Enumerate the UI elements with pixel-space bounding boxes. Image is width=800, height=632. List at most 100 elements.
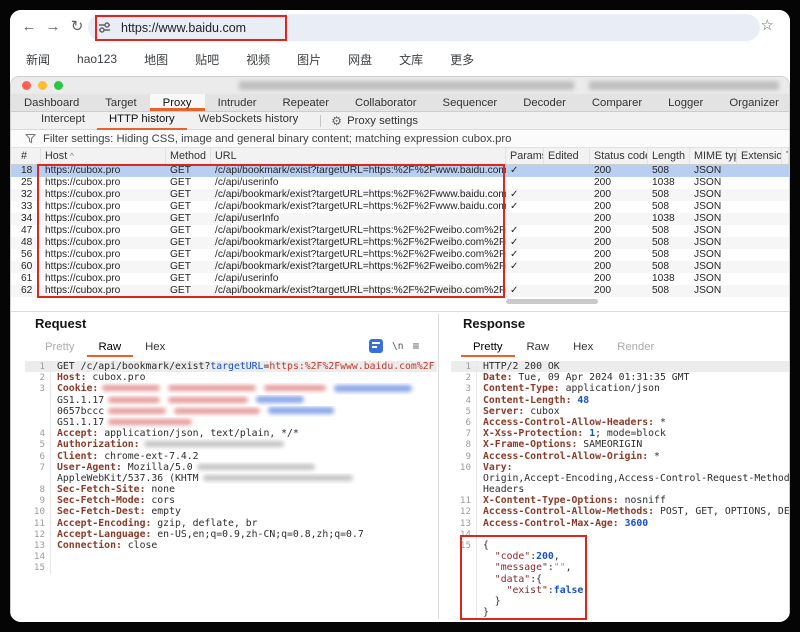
bookmark-item--[interactable]: 地图	[144, 51, 168, 68]
site-settings-icon[interactable]	[97, 20, 112, 35]
request-editor[interactable]: 1GET /c/api/bookmark/exist?targetURL=htt…	[25, 361, 437, 616]
code-text: "message":"",	[477, 562, 789, 573]
line-number: 4	[451, 395, 477, 406]
row-cell: GET	[166, 261, 211, 273]
reload-icon[interactable]: ↻	[66, 15, 88, 39]
table-row-33[interactable]: 33https://cubox.proGET/c/api/bookmark/ex…	[11, 201, 789, 213]
row-cell	[782, 177, 789, 189]
subtab-http-history[interactable]: HTTP history	[97, 111, 187, 130]
row-cell: https://cubox.pro	[41, 213, 166, 225]
viewtab-pretty[interactable]: Pretty	[461, 339, 515, 357]
code-token: targetURL	[210, 361, 263, 372]
table-row-25[interactable]: 25https://cubox.proGET/c/api/userinfo200…	[11, 177, 789, 189]
code-token: Access-Control-Allow-Headers:	[483, 417, 654, 428]
line-number: 11	[451, 495, 477, 506]
table-row-34[interactable]: 34https://cubox.proGET/c/api/userInfo200…	[11, 213, 789, 225]
response-editor[interactable]: 1HTTP/2 200 OK2Date: Tue, 09 Apr 2024 01…	[451, 361, 789, 619]
viewtab-hex[interactable]: Hex	[133, 339, 177, 357]
code-line: 1HTTP/2 200 OK	[451, 361, 789, 372]
bookmark-star-icon[interactable]: ☆	[761, 16, 774, 34]
code-token: false	[554, 585, 584, 596]
prettify-icon[interactable]	[369, 339, 383, 353]
tab-intruder[interactable]: Intruder	[205, 94, 270, 111]
forward-icon[interactable]: →	[42, 15, 64, 39]
col-status-code[interactable]: Status code	[590, 148, 648, 164]
back-icon[interactable]: ←	[18, 15, 40, 39]
viewtab-render[interactable]: Render	[605, 339, 666, 357]
col-t[interactable]: T	[782, 148, 789, 164]
tab-organizer[interactable]: Organizer	[716, 94, 790, 111]
line-wrap-icon[interactable]: \n	[392, 341, 403, 352]
row-cell: 1038	[648, 273, 690, 285]
horizontal-scrollbar[interactable]	[506, 299, 598, 304]
code-token: Access-Control-Allow-Methods:	[483, 506, 654, 517]
filter-bar[interactable]: Filter settings: Hiding CSS, image and g…	[11, 130, 789, 148]
hamburger-menu-icon[interactable]: ≡	[412, 339, 419, 353]
tab-sequencer[interactable]: Sequencer	[430, 94, 511, 111]
col-edited[interactable]: Edited	[544, 148, 590, 164]
url-bar[interactable]: https://www.baidu.com	[88, 14, 760, 41]
col-length[interactable]: Length	[648, 148, 690, 164]
code-token: *	[654, 417, 666, 428]
viewtab-raw[interactable]: Raw	[515, 339, 562, 357]
col--[interactable]: #	[11, 148, 41, 164]
tab-proxy[interactable]: Proxy	[150, 94, 205, 111]
tab-repeater[interactable]: Repeater	[270, 94, 342, 111]
bookmark-item--[interactable]: 贴吧	[195, 51, 219, 68]
close-traffic-light[interactable]	[22, 81, 31, 90]
bookmark-item-hao123[interactable]: hao123	[77, 52, 117, 66]
line-number: 10	[451, 462, 477, 473]
tab-proxy-settings[interactable]: ⚙ Proxy settings	[331, 114, 418, 128]
minimize-traffic-light[interactable]	[38, 81, 47, 90]
viewtab-raw[interactable]: Raw	[87, 339, 134, 357]
col-params[interactable]: Params	[506, 148, 544, 164]
row-cell	[737, 261, 782, 273]
col-url[interactable]: URL	[211, 148, 506, 164]
col-mime-type[interactable]: MIME type	[690, 148, 737, 164]
bookmark-item--[interactable]: 新闻	[26, 51, 50, 68]
tab-decoder[interactable]: Decoder	[510, 94, 579, 111]
col-extension[interactable]: Extension	[737, 148, 782, 164]
table-row-48[interactable]: 48https://cubox.proGET/c/api/bookmark/ex…	[11, 237, 789, 249]
table-row-62[interactable]: 62https://cubox.proGET/c/api/bookmark/ex…	[11, 285, 789, 297]
table-row-18[interactable]: 18https://cubox.proGET/c/api/bookmark/ex…	[11, 165, 789, 177]
row-cell	[544, 273, 590, 285]
tab-target[interactable]: Target	[92, 94, 149, 111]
table-row-61[interactable]: 61https://cubox.proGET/c/api/userinfo200…	[11, 273, 789, 285]
tab-collaborator[interactable]: Collaborator	[342, 94, 430, 111]
panel-divider-vertical[interactable]	[438, 314, 439, 619]
tab-logger[interactable]: Logger	[655, 94, 716, 111]
code-token: SAMEORIGIN	[577, 439, 642, 450]
proxy-settings-label: Proxy settings	[347, 115, 418, 127]
table-row-47[interactable]: 47https://cubox.proGET/c/api/bookmark/ex…	[11, 225, 789, 237]
bookmark-item--[interactable]: 文库	[399, 51, 423, 68]
redacted-text	[108, 397, 160, 403]
bookmark-item--[interactable]: 网盘	[348, 51, 372, 68]
row-cell	[544, 285, 590, 297]
main-tab-bar: DashboardTargetProxyIntruderRepeaterColl…	[11, 94, 789, 112]
code-line: 6Access-Control-Allow-Headers: *	[451, 417, 789, 428]
table-row-32[interactable]: 32https://cubox.proGET/c/api/bookmark/ex…	[11, 189, 789, 201]
tab-dashboard[interactable]: Dashboard	[11, 94, 92, 111]
browser-window: ← → ↻ https://www.baidu.com ☆ 新闻 hao123 地图…	[10, 10, 790, 622]
viewtab-hex[interactable]: Hex	[561, 339, 605, 357]
subtab-websockets-history[interactable]: WebSockets history	[187, 111, 311, 130]
bookmark-item--[interactable]: 图片	[297, 51, 321, 68]
row-cell: 508	[648, 237, 690, 249]
tab-comparer[interactable]: Comparer	[579, 94, 655, 111]
bookmark-item--[interactable]: 视频	[246, 51, 270, 68]
code-text: Host: cubox.pro	[51, 372, 437, 383]
code-text: GS1.1.17	[51, 395, 437, 406]
subtab-intercept[interactable]: Intercept	[29, 111, 97, 130]
table-row-60[interactable]: 60https://cubox.proGET/c/api/bookmark/ex…	[11, 261, 789, 273]
table-row-56[interactable]: 56https://cubox.proGET/c/api/bookmark/ex…	[11, 249, 789, 261]
col-host[interactable]: Host ^	[41, 148, 166, 164]
viewtab-pretty[interactable]: Pretty	[33, 339, 87, 357]
table-header: #Host ^MethodURLParamsEditedStatus codeL…	[11, 148, 789, 165]
col-method[interactable]: Method	[166, 148, 211, 164]
bookmark-item--[interactable]: 更多	[450, 51, 474, 68]
row-cell: GET	[166, 225, 211, 237]
row-cell: 508	[648, 189, 690, 201]
url-text[interactable]: https://www.baidu.com	[121, 21, 246, 35]
maximize-traffic-light[interactable]	[54, 81, 63, 90]
